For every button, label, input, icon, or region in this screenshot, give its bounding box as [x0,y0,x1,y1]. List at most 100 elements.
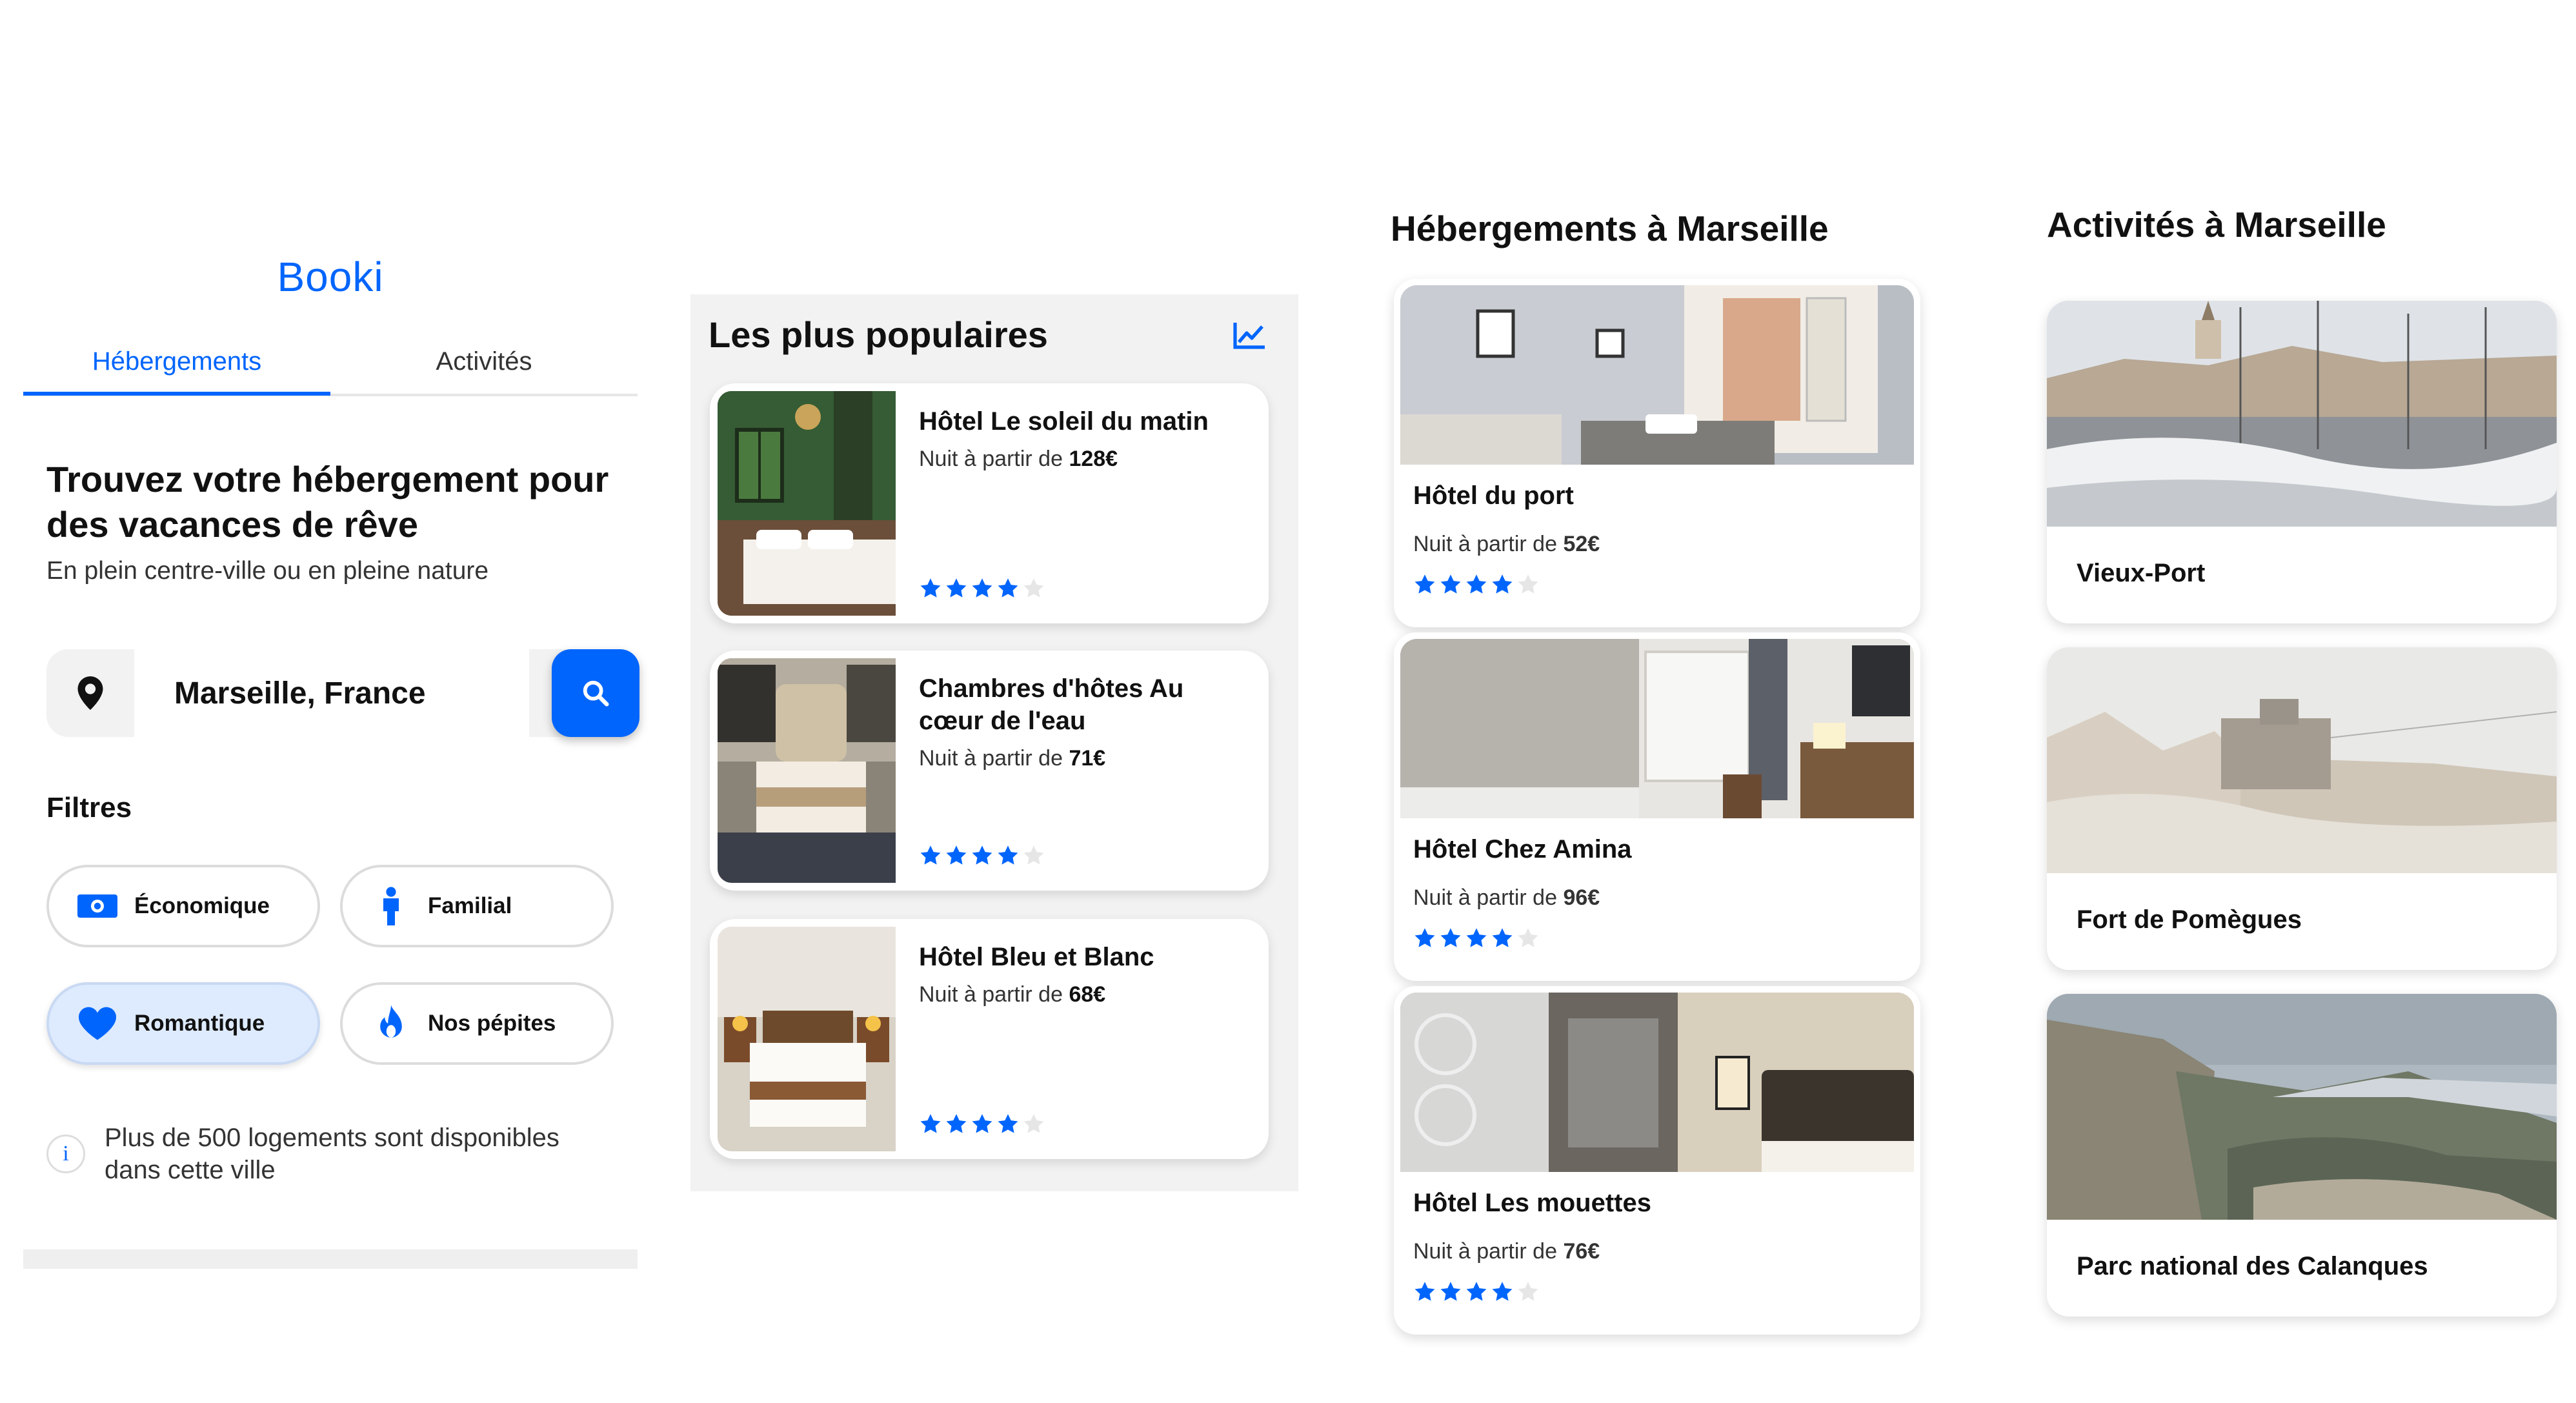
filter-romantique-button[interactable]: Romantique [46,982,320,1065]
star-filled-icon [998,1114,1018,1133]
page-title: Trouvez votre hébergement pour des vacan… [46,459,609,545]
star-filled-icon [1414,1282,1435,1301]
popular-title: Les plus populaires [709,314,1048,355]
hotel-price: Nuit à partir de 68€ [919,982,1106,1007]
filter-label: Nos pépites [428,1011,556,1036]
star-empty-icon [1023,1114,1044,1133]
filters-title: Filtres [46,792,132,823]
heart-icon [76,1007,119,1040]
filter-label: Familial [428,893,512,918]
popular-card[interactable]: Chambres d'hôtes Au cœur de l'eau Nuit à… [710,651,1269,891]
accommodation-card[interactable]: Hôtel Les mouettes Nuit à partir de 76€ [1394,986,1920,1335]
star-filled-icon [1414,574,1435,594]
hotel-price: Nuit à partir de 96€ [1413,885,1600,910]
activity-card[interactable]: Vieux-Port [2047,301,2557,623]
activity-photo [2047,647,2557,873]
star-filled-icon [1440,1282,1461,1301]
location-pin-icon [46,649,134,737]
filter-label: Romantique [134,1011,265,1036]
star-filled-icon [1492,1282,1513,1301]
rating-stars [919,577,1045,600]
star-filled-icon [998,845,1018,865]
star-filled-icon [920,845,941,865]
rating-stars [919,1113,1045,1136]
filter-familial-button[interactable]: Familial [340,865,614,947]
activity-name: Fort de Pomègues [2077,905,2302,934]
hotel-price: Nuit à partir de 128€ [919,447,1118,471]
filter-pepites-button[interactable]: Nos pépites [340,982,614,1065]
tab-hebergements[interactable]: Hébergements [23,342,330,396]
hotel-name: Hôtel du port [1413,481,1574,510]
star-filled-icon [920,1114,941,1133]
activity-card[interactable]: Fort de Pomègues [2047,647,2557,970]
panel-divider [23,1249,638,1269]
hotel-photo [718,658,896,883]
hotel-photo [718,927,896,1151]
money-icon [76,893,119,919]
hotel-price: Nuit à partir de 76€ [1413,1239,1600,1264]
trending-chart-icon[interactable] [1233,321,1266,350]
star-filled-icon [972,578,992,598]
popular-panel: Les plus populaires Hôtel Le soleil du m… [690,294,1298,1191]
star-filled-icon [1492,928,1513,947]
rating-stars [1413,927,1540,950]
search-button[interactable] [552,649,639,737]
info-text: Plus de 500 logements sont disponibles d… [105,1124,559,1184]
star-empty-icon [1518,1282,1538,1301]
activity-photo [2047,301,2557,527]
hotel-name: Hôtel Les mouettes [1413,1189,1651,1217]
star-filled-icon [998,578,1018,598]
activity-name: Vieux-Port [2077,559,2206,587]
star-filled-icon [946,578,967,598]
star-filled-icon [946,1114,967,1133]
hotel-name: Hôtel Chez Amina [1413,835,1632,863]
star-filled-icon [1466,928,1487,947]
activity-name: Parc national des Calanques [2077,1252,2428,1280]
star-filled-icon [1440,574,1461,594]
hotel-photo [1400,993,1914,1172]
page-subtitle: En plein centre-ville ou en pleine natur… [46,557,489,585]
hotel-name: Hôtel Le soleil du matin [919,407,1209,436]
hotel-name: Hôtel Bleu et Blanc [919,943,1154,971]
star-filled-icon [946,845,967,865]
search-panel: Booki Hébergements Activités Trouvez vot… [23,194,639,1269]
popular-card[interactable]: Hôtel Le soleil du matin Nuit à partir d… [710,383,1269,623]
hotel-photo [1400,285,1914,465]
star-empty-icon [1518,928,1538,947]
star-filled-icon [1466,1282,1487,1301]
star-filled-icon [1492,574,1513,594]
accommodations-title: Hébergements à Marseille [1391,208,1829,248]
person-icon [370,887,412,925]
booki-logo[interactable]: Booki [23,253,638,301]
search-icon [583,680,609,707]
accommodation-card[interactable]: Hôtel du port Nuit à partir de 52€ [1394,279,1920,627]
rating-stars [1413,1280,1540,1304]
star-empty-icon [1518,574,1538,594]
activity-photo [2047,994,2557,1220]
popular-card[interactable]: Hôtel Bleu et Blanc Nuit à partir de 68€ [710,919,1269,1159]
star-filled-icon [1466,574,1487,594]
star-filled-icon [1414,928,1435,947]
search-bar [46,649,639,737]
info-icon: i [46,1135,85,1173]
hotel-name: Chambres d'hôtes Au cœur de l'eau [919,674,1184,735]
hotel-photo [1400,639,1914,818]
star-empty-icon [1023,578,1044,598]
filter-economique-button[interactable]: Économique [46,865,320,947]
star-filled-icon [920,578,941,598]
search-input[interactable] [134,649,529,737]
filter-label: Économique [134,893,270,918]
hotel-price: Nuit à partir de 52€ [1413,532,1600,556]
rating-stars [1413,573,1540,596]
accommodation-card[interactable]: Hôtel Chez Amina Nuit à partir de 96€ [1394,632,1920,981]
star-filled-icon [972,845,992,865]
tab-activites[interactable]: Activités [330,342,638,394]
hotel-photo [718,391,896,616]
rating-stars [919,844,1045,867]
fire-icon [370,1005,412,1042]
star-empty-icon [1023,845,1044,865]
activity-card[interactable]: Parc national des Calanques [2047,994,2557,1317]
star-filled-icon [972,1114,992,1133]
star-filled-icon [1440,928,1461,947]
hotel-price: Nuit à partir de 71€ [919,746,1106,771]
